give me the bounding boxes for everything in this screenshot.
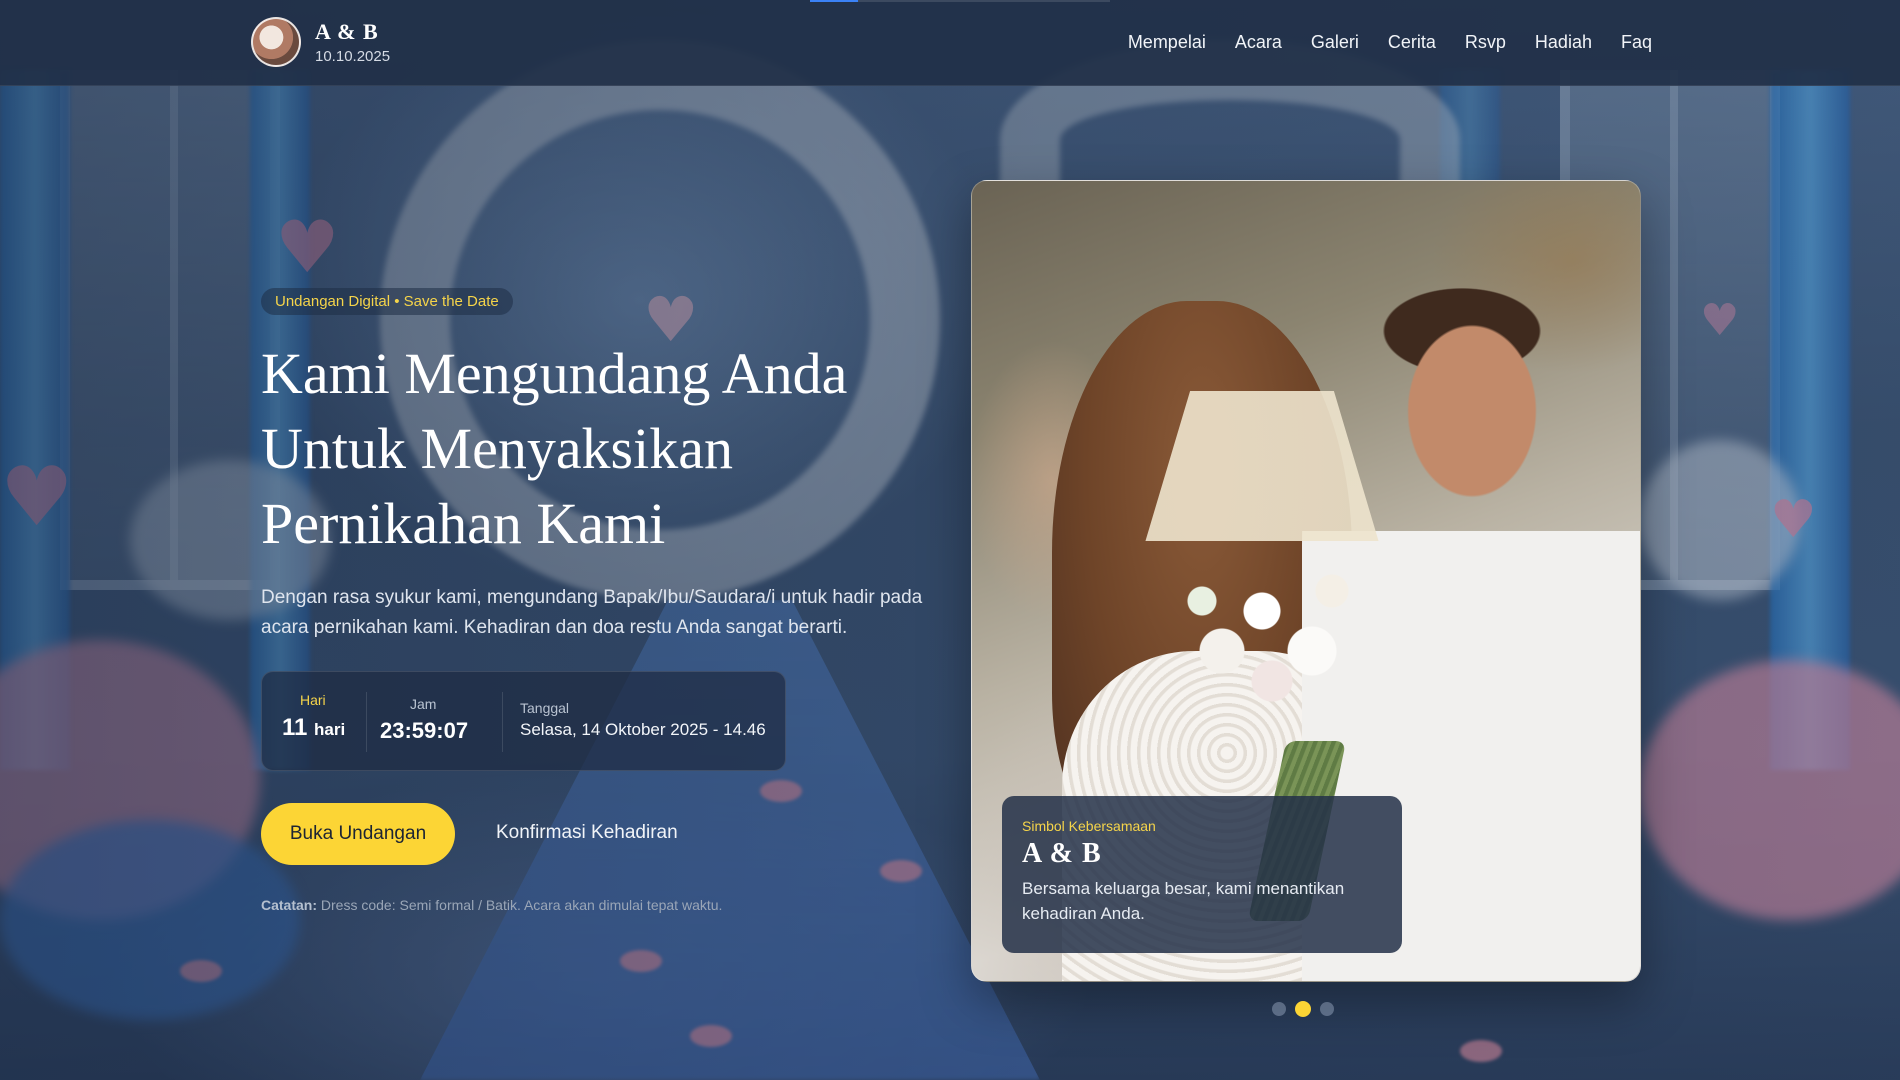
countdown-date: Tanggal Selasa, 14 Oktober 2025 - 14.46 — [520, 700, 766, 740]
nav-rsvp[interactable]: Rsvp — [1465, 32, 1506, 53]
confirm-attendance-link[interactable]: Konfirmasi Kehadiran — [496, 822, 678, 844]
hero-title: Kami Mengundang Anda Untuk Menyaksikan P… — [261, 336, 941, 561]
nav-galeri[interactable]: Galeri — [1311, 32, 1359, 53]
note-text: Dress code: Semi formal / Batik. Acara a… — [317, 897, 723, 913]
nav-faq[interactable]: Faq — [1621, 32, 1652, 53]
countdown-days: Hari 11 hari — [282, 692, 345, 742]
main-nav: Mempelai Acara Galeri Cerita Rsvp Hadiah… — [1128, 32, 1652, 53]
countdown-days-label: Hari — [300, 692, 326, 708]
countdown-time-label: Jam — [410, 696, 437, 712]
brand-date: 10.10.2025 — [315, 48, 391, 65]
countdown-date-label: Tanggal — [520, 700, 570, 716]
site-header: A & B 10.10.2025 Mempelai Acara Galeri C… — [0, 0, 1900, 86]
carousel-dot[interactable] — [1320, 1002, 1334, 1016]
countdown-time-value: 23:59:07 — [380, 718, 469, 743]
nav-cerita[interactable]: Cerita — [1388, 32, 1436, 53]
brand-name: A & B — [315, 19, 379, 44]
nav-hadiah[interactable]: Hadiah — [1535, 32, 1592, 53]
hero-title-line: Untuk Menyaksikan — [261, 416, 733, 481]
couple-photo-card: Simbol Kebersamaan A & B Bersama keluarg… — [971, 180, 1641, 982]
scroll-progress-fill — [810, 0, 858, 2]
carousel-dots — [1272, 1001, 1334, 1017]
caption-title: A & B — [1022, 838, 1102, 869]
divider — [366, 692, 367, 752]
nav-acara[interactable]: Acara — [1235, 32, 1282, 53]
couple-avatar — [251, 17, 301, 67]
hero-subtitle: Dengan rasa syukur kami, mengundang Bapa… — [261, 587, 923, 638]
note-label: Catatan: — [261, 897, 318, 913]
note: Catatan: Dress code: Semi formal / Batik… — [261, 897, 722, 913]
open-invitation-button[interactable]: Buka Undangan — [261, 803, 455, 865]
countdown-days-value: 11 — [282, 714, 308, 741]
carousel-dot[interactable] — [1295, 1001, 1311, 1017]
countdown-days-unit: hari — [314, 720, 346, 739]
caption-text: Bersama keluarga besar, kami menantikan … — [1022, 879, 1345, 923]
carousel-dot[interactable] — [1272, 1002, 1286, 1016]
hero-badge: Undangan Digital • Save the Date — [261, 288, 513, 315]
scroll-progress — [810, 0, 1110, 2]
hero-title-line: Kami Mengundang Anda — [261, 341, 848, 406]
photo-caption: Simbol Kebersamaan A & B Bersama keluarg… — [1002, 796, 1402, 953]
divider — [502, 692, 503, 752]
countdown-panel: Hari 11 hari Jam 23:59:07 Tanggal Selasa… — [261, 671, 786, 771]
hero-title-line: Pernikahan Kami — [261, 491, 666, 556]
brand[interactable]: A & B 10.10.2025 — [251, 17, 390, 67]
nav-mempelai[interactable]: Mempelai — [1128, 32, 1206, 53]
caption-label: Simbol Kebersamaan — [1022, 818, 1156, 834]
countdown-date-value: Selasa, 14 Oktober 2025 - 14.46 — [520, 720, 766, 739]
countdown-time: Jam 23:59:07 — [380, 696, 468, 744]
